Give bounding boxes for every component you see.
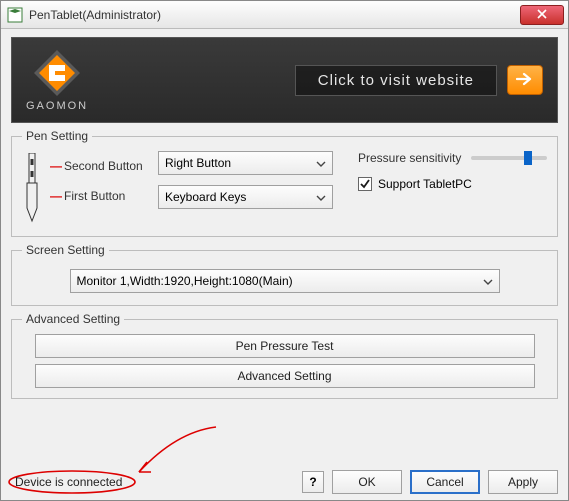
pen-setting-legend: Pen Setting [22,129,92,143]
app-icon [7,7,23,23]
second-button-combo[interactable]: Right Button [158,151,333,175]
pen-pressure-test-button[interactable]: Pen Pressure Test [35,334,535,358]
help-button[interactable]: ? [302,471,324,493]
first-button-value: Keyboard Keys [165,190,246,204]
brand-logo: GAOMON [26,48,88,112]
titlebar: PenTablet(Administrator) [1,1,568,29]
window-frame: PenTablet(Administrator) GAOMON Click [0,0,569,501]
second-button-label: Second Button [64,159,143,173]
screen-setting-group: Screen Setting Monitor 1,Width:1920,Heig… [11,243,558,306]
visit-website-label: Click to visit website [295,65,497,96]
screen-setting-legend: Screen Setting [22,243,109,257]
chevron-down-icon [483,276,493,286]
cancel-button[interactable]: Cancel [410,470,480,494]
content-area: GAOMON Click to visit website Pen Settin… [1,29,568,500]
advanced-setting-group: Advanced Setting Pen Pressure Test Advan… [11,312,558,399]
second-button-value: Right Button [165,156,231,170]
slider-thumb[interactable] [524,151,532,165]
advanced-setting-label: Advanced Setting [237,369,331,383]
monitor-combo[interactable]: Monitor 1,Width:1920,Height:1080(Main) [70,269,500,293]
connection-status: Device is connected [11,473,126,491]
first-button-combo[interactable]: Keyboard Keys [158,185,333,209]
brand-logo-icon [32,48,82,98]
support-tabletpc-label: Support TabletPC [378,177,472,191]
close-icon [537,8,547,22]
pressure-sensitivity-label: Pressure sensitivity [358,151,461,165]
brand-name: GAOMON [26,100,88,112]
visit-website-button[interactable] [507,65,543,95]
arrow-right-icon [516,72,534,89]
chevron-down-icon [316,158,326,168]
ok-label: OK [358,475,375,489]
footer-bar: Device is connected ? OK Cancel Apply [11,470,558,494]
banner: GAOMON Click to visit website [11,37,558,123]
pen-icon [23,153,41,226]
support-tabletpc-checkbox[interactable] [358,177,372,191]
first-button-label: First Button [64,189,125,203]
chevron-down-icon [316,192,326,202]
pressure-sensitivity-slider[interactable] [471,156,547,160]
apply-label: Apply [508,475,538,489]
pen-setting-group: Pen Setting —Second Button —First Butt [11,129,558,237]
close-button[interactable] [520,5,564,25]
window-title: PenTablet(Administrator) [29,8,520,22]
ok-button[interactable]: OK [332,470,402,494]
advanced-setting-legend: Advanced Setting [22,312,124,326]
help-label: ? [309,475,316,489]
advanced-setting-button[interactable]: Advanced Setting [35,364,535,388]
apply-button[interactable]: Apply [488,470,558,494]
pen-pressure-test-label: Pen Pressure Test [236,339,334,353]
monitor-value: Monitor 1,Width:1920,Height:1080(Main) [77,274,293,288]
cancel-label: Cancel [426,475,463,489]
